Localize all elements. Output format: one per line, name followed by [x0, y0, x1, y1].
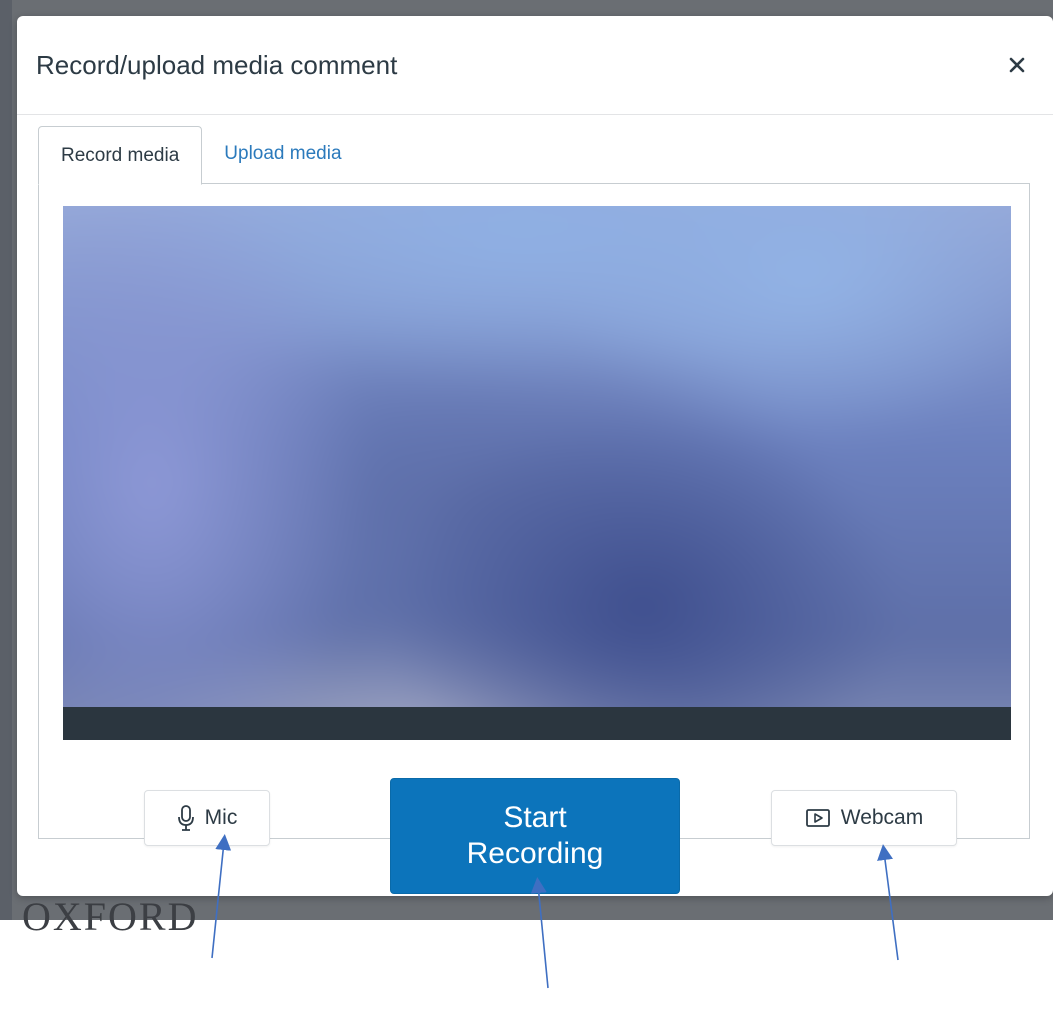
start-recording-annotation-arrow [530, 877, 549, 989]
webcam-annotation-arrow [877, 844, 899, 961]
mic-annotation-arrow [211, 834, 232, 959]
tab-record-media[interactable]: Record media [38, 126, 203, 185]
